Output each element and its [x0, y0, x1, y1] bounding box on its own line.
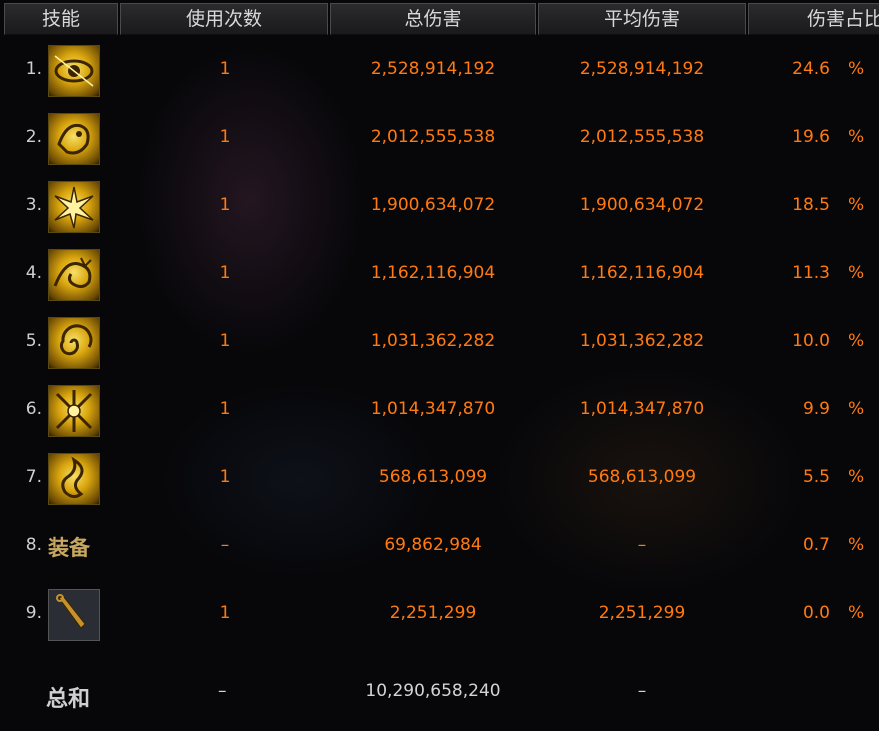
row-average-damage: 2,012,555,538 [579, 127, 705, 147]
percent-sign: % [848, 59, 865, 79]
row-percent: 0.7 [802, 535, 830, 555]
header-uses[interactable]: 使用次数 [120, 3, 328, 35]
header-average-damage[interactable]: 平均伤害 [538, 3, 746, 35]
row-uses: 1 [219, 59, 231, 79]
row-percent: 11.3 [792, 263, 830, 283]
cross-blade-skill-icon[interactable] [48, 385, 100, 437]
table-row[interactable]: 5. 1 1,031,362,282 1,031,362,282 10.0 % [0, 310, 879, 376]
row-average-damage: 568,613,099 [587, 467, 697, 487]
row-uses: 1 [219, 127, 231, 147]
row-total-damage: 2,012,555,538 [370, 127, 496, 147]
row-rank: 5. [25, 331, 42, 351]
row-uses: 1 [219, 331, 231, 351]
row-percent: 18.5 [792, 195, 830, 215]
percent-sign: % [848, 195, 865, 215]
percent-sign: % [848, 263, 865, 283]
row-rank: 3. [25, 195, 42, 215]
vortex-skill-icon[interactable] [48, 317, 100, 369]
row-rank: 1. [25, 59, 42, 79]
row-total-damage: 1,900,634,072 [370, 195, 496, 215]
row-uses: 1 [219, 263, 231, 283]
table-row[interactable]: 7. 1 568,613,099 568,613,099 5.5 % [0, 446, 879, 512]
row-rank: 6. [25, 399, 42, 419]
row-uses: 1 [219, 467, 231, 487]
table-row[interactable]: 8. 装备 – 69,862,984 – 0.7 % [0, 514, 879, 580]
percent-sign: % [848, 535, 865, 555]
row-percent: 9.9 [802, 399, 830, 419]
row-total-damage: 1,031,362,282 [370, 331, 496, 351]
table-row[interactable]: 6. 1 1,014,347,870 1,014,347,870 9.9 % [0, 378, 879, 444]
burst-skill-icon[interactable] [48, 181, 100, 233]
spirit-skill-icon[interactable] [48, 453, 100, 505]
beast-skill-icon[interactable] [48, 113, 100, 165]
row-average-damage: 2,528,914,192 [579, 59, 705, 79]
table-row[interactable]: 2. 1 2,012,555,538 2,012,555,538 19.6 % [0, 106, 879, 172]
row-percent: 19.6 [792, 127, 830, 147]
grand-total-damage: 10,290,658,240 [365, 681, 501, 701]
eye-skill-icon[interactable] [48, 45, 100, 97]
row-rank: 7. [25, 467, 42, 487]
row-rank: 8. [25, 535, 42, 555]
header-total-damage[interactable]: 总伤害 [330, 3, 536, 35]
row-average-damage: 1,900,634,072 [579, 195, 705, 215]
row-percent: 10.0 [792, 331, 830, 351]
table-row[interactable]: 4. 1 1,162,116,904 1,162,116,904 11.3 % [0, 242, 879, 308]
row-average-damage: – [637, 535, 647, 555]
percent-sign: % [848, 331, 865, 351]
kunai-icon[interactable] [48, 589, 100, 641]
row-average-damage: 1,162,116,904 [579, 263, 705, 283]
row-total-damage: 2,528,914,192 [370, 59, 496, 79]
total-label: 总和 [46, 686, 91, 712]
row-average-damage: 1,014,347,870 [579, 399, 705, 419]
table-row[interactable]: 9. 1 2,251,299 2,251,299 0.0 % [0, 582, 879, 648]
total-row: 总和 – 10,290,658,240 – [0, 655, 879, 725]
table-row[interactable]: 1. 1 2,528,914,192 2,528,914,192 24.6 % [0, 38, 879, 104]
row-total-damage: 2,251,299 [389, 603, 477, 623]
row-total-damage: 568,613,099 [378, 467, 488, 487]
percent-sign: % [848, 467, 865, 487]
percent-sign: % [848, 399, 865, 419]
dragon-skill-icon[interactable] [48, 249, 100, 301]
header-damage-percent[interactable]: 伤害占比 [748, 3, 879, 35]
row-uses: – [220, 535, 230, 555]
row-total-damage: 69,862,984 [384, 535, 482, 555]
row-percent: 5.5 [802, 467, 830, 487]
row-total-damage: 1,014,347,870 [370, 399, 496, 419]
row-percent: 0.0 [802, 603, 830, 623]
percent-sign: % [848, 127, 865, 147]
equipment-label: 装备 [48, 535, 90, 560]
row-average-damage: 1,031,362,282 [579, 331, 705, 351]
table-header: 技能 使用次数 总伤害 平均伤害 伤害占比 [0, 0, 879, 38]
table-row[interactable]: 3. 1 1,900,634,072 1,900,634,072 18.5 % [0, 174, 879, 240]
row-total-damage: 1,162,116,904 [370, 263, 496, 283]
header-skill[interactable]: 技能 [4, 3, 118, 35]
row-rank: 9. [25, 603, 42, 623]
row-uses: 1 [219, 399, 231, 419]
total-average: – [637, 681, 647, 701]
row-percent: 24.6 [792, 59, 830, 79]
percent-sign: % [848, 603, 865, 623]
row-rank: 2. [25, 127, 42, 147]
row-uses: 1 [219, 195, 231, 215]
row-uses: 1 [219, 603, 231, 623]
total-uses: – [218, 681, 227, 701]
row-average-damage: 2,251,299 [598, 603, 686, 623]
row-rank: 4. [25, 263, 42, 283]
